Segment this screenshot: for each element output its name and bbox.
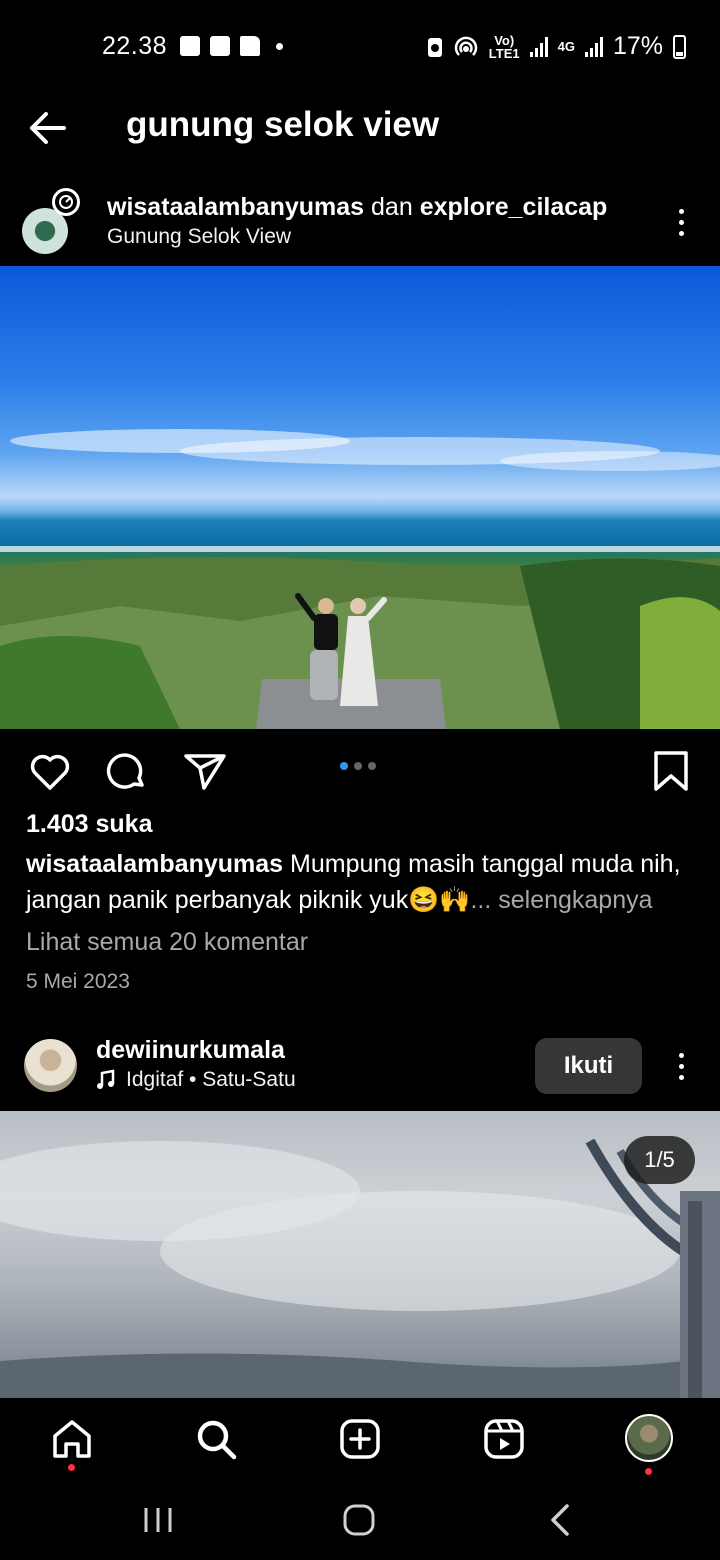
caption-username[interactable]: wisataalambanyumas (26, 850, 283, 878)
back-button-icon[interactable] (539, 1500, 583, 1540)
home-icon[interactable] (49, 1416, 95, 1462)
carousel-indicator (340, 762, 376, 770)
volte-icon: Vo) LTE1 (488, 32, 520, 61)
back-arrow-icon[interactable] (24, 106, 74, 150)
like-heart-icon[interactable] (27, 748, 73, 794)
music-note-icon (97, 1069, 115, 1089)
status-time: 22.38 (102, 32, 168, 60)
username-connector: dan (371, 193, 413, 221)
location-label[interactable]: Gunung Selok View (107, 225, 291, 249)
post-header: wisataalambanyumas dan explore_cilacap G… (0, 180, 720, 270)
collab-avatar-icon (59, 195, 73, 209)
reels-icon[interactable] (481, 1416, 527, 1462)
page-title: gunung selok view (126, 105, 440, 144)
status-bar: 22.38 Vo) LTE1 4G 17% (0, 0, 720, 92)
battery-percent: 17% (612, 32, 663, 60)
search-icon[interactable] (193, 1416, 239, 1462)
post-actions (0, 740, 720, 800)
home-notification-dot (68, 1464, 75, 1471)
notification-icons (180, 36, 283, 56)
post-usernames[interactable]: wisataalambanyumas dan explore_cilacap (107, 193, 607, 222)
view-comments-link[interactable]: Lihat semua 20 komentar (26, 928, 308, 957)
audio-title: Idgitaf • Satu-Satu (126, 1068, 296, 1091)
post-caption[interactable]: wisataalambanyumas Mumpung masih tanggal… (26, 846, 706, 918)
carousel-counter: 1/5 (624, 1136, 695, 1184)
data-saver-icon (427, 37, 442, 57)
follow-button[interactable]: Ikuti (535, 1038, 642, 1094)
caption-more-link[interactable]: ... selengkapnya (470, 886, 652, 914)
gallery-icon (180, 36, 200, 56)
post-image[interactable] (0, 266, 720, 729)
landscape-illustration (0, 429, 720, 729)
post2-username[interactable]: dewiinurkumala (96, 1036, 285, 1065)
avatar[interactable] (24, 1039, 77, 1092)
battery-icon (673, 34, 686, 59)
collab-username[interactable]: explore_cilacap (420, 193, 608, 221)
like-count[interactable]: 1.403 suka (26, 810, 153, 839)
audio-link[interactable]: Idgitaf • Satu-Satu (96, 1068, 296, 1092)
system-navigation (0, 1480, 720, 1560)
more-options-icon[interactable] (671, 1046, 691, 1086)
carousel-dot-active (340, 762, 348, 770)
folder-icon (240, 36, 260, 56)
avatar-collab[interactable] (52, 188, 80, 216)
comment-icon[interactable] (104, 748, 150, 794)
post-date: 5 Mei 2023 (26, 970, 130, 993)
more-options-icon[interactable] (671, 202, 691, 242)
recent-apps-icon[interactable] (136, 1500, 180, 1540)
signal-2-icon (584, 36, 603, 57)
share-send-icon[interactable] (182, 748, 228, 794)
signal-1-icon (529, 36, 548, 57)
more-notifications-icon (276, 42, 283, 50)
profile-notification-dot (645, 1468, 652, 1475)
bottom-navigation (0, 1398, 720, 1480)
profile-avatar[interactable] (625, 1414, 673, 1462)
network-4g-icon: 4G (557, 39, 575, 54)
username[interactable]: wisataalambanyumas (107, 193, 364, 221)
carousel-dot (368, 762, 376, 770)
top-header: gunung selok view (0, 92, 720, 172)
post2-image[interactable] (0, 1111, 720, 1398)
screenshot-icon (210, 36, 230, 56)
save-bookmark-icon[interactable] (648, 748, 694, 794)
create-post-icon[interactable] (337, 1416, 383, 1462)
cloudy-landscape-illustration (0, 1138, 720, 1398)
carousel-dot (354, 762, 362, 770)
system-status: Vo) LTE1 4G 17% (427, 32, 686, 61)
hotspot-icon (454, 36, 478, 56)
home-button-icon[interactable] (337, 1500, 381, 1540)
